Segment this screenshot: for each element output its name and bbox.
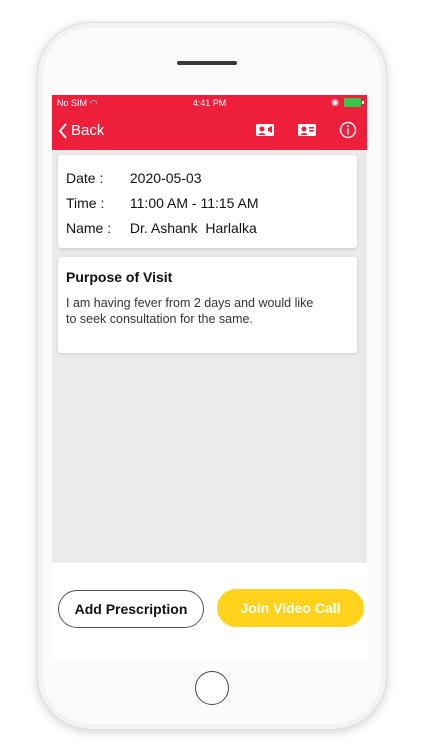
- name-value: Dr. Ashank Harlalka: [129, 220, 257, 236]
- home-button[interactable]: [195, 671, 229, 705]
- time-row: Time : 11:00 AM - 11:15 AM: [66, 195, 259, 211]
- date-label: Date :: [66, 170, 104, 186]
- date-row: Date : 2020-05-03: [66, 170, 202, 186]
- name-label: Name :: [66, 220, 112, 236]
- join-video-call-button[interactable]: Join Video Call: [217, 589, 364, 627]
- info-icon[interactable]: [339, 121, 357, 139]
- app-screen: No SIM ◠ 4:41 PM ◉ Back Date: 2020-05-0…: [52, 95, 367, 658]
- name-row: Name : Dr. Ashank Harlalka: [66, 220, 257, 236]
- back-button[interactable]: Back: [58, 122, 104, 139]
- date-value: 2020-05-03: [129, 170, 202, 186]
- nav-bar: Back: [52, 112, 367, 150]
- action-bar: Add Prescription Join Video Call: [52, 563, 367, 658]
- purpose-text: I am having fever from 2 days and would …: [66, 296, 314, 326]
- chevron-left-icon: [58, 122, 67, 139]
- time-value: 11:00 AM - 11:15 AM: [129, 195, 259, 211]
- purpose-card: Purpose of Visit I am having fever from …: [58, 257, 357, 353]
- add-prescription-button[interactable]: Add Prescription: [58, 590, 204, 628]
- status-bar: No SIM ◠ 4:41 PM ◉: [52, 95, 367, 112]
- appointment-card: Date : 2020-05-03 Time : 11:00 AM - 11:1…: [58, 155, 357, 248]
- phone-speaker: [177, 61, 237, 65]
- status-right: ◉: [331, 97, 364, 108]
- contact-video-icon[interactable]: [255, 122, 275, 138]
- nav-actions: [255, 121, 357, 139]
- battery-icon: [344, 98, 364, 107]
- lock-rotation-icon: ◉: [331, 97, 339, 107]
- time-label: Time :: [66, 195, 105, 211]
- profile-card-icon[interactable]: [297, 122, 317, 138]
- status-time: 4:41 PM: [192, 98, 227, 108]
- purpose-title: Purpose of Visit: [66, 269, 173, 285]
- back-label: Back: [71, 122, 105, 139]
